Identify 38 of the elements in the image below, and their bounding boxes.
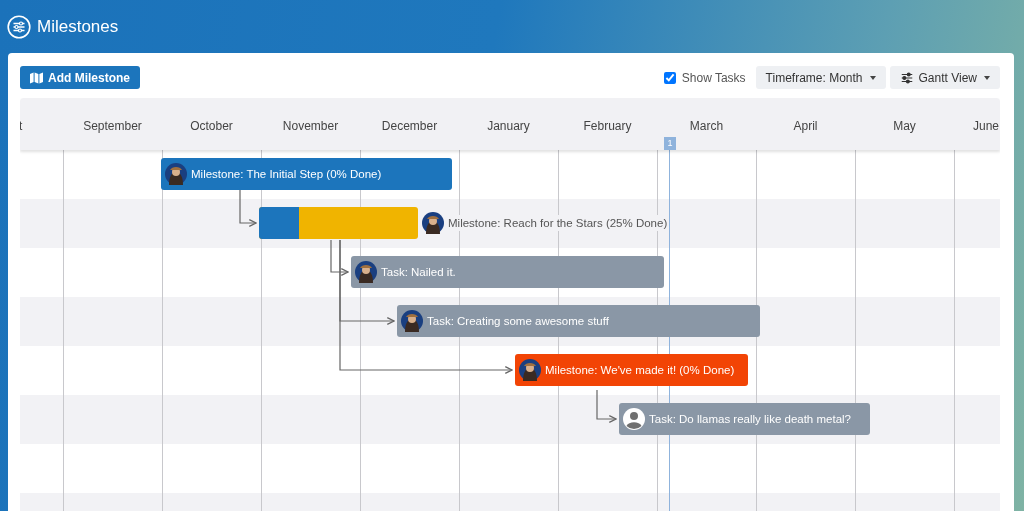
- milestone-progress-bar[interactable]: [259, 207, 418, 239]
- caret-icon: [984, 75, 990, 80]
- month-label: June: [972, 119, 999, 133]
- milestone-label: Milestone: Reach for the Stars (25% Done): [448, 215, 668, 231]
- sliders-icon: [899, 70, 914, 85]
- show-tasks-checkbox[interactable]: [663, 71, 676, 84]
- month-label: February: [583, 119, 632, 133]
- dependency-arrow: [239, 189, 257, 227]
- month-label: May: [893, 119, 916, 133]
- month-label: March: [689, 119, 724, 133]
- milestone-bar[interactable]: Milestone: We've made it! (0% Done): [515, 354, 748, 386]
- today-marker: 1: [664, 137, 676, 150]
- add-milestone-button[interactable]: Add Milestone: [20, 66, 140, 89]
- avatar-icon: [355, 261, 377, 283]
- caret-icon: [869, 75, 876, 80]
- month-label: April: [793, 119, 818, 133]
- avatar-icon: [165, 163, 187, 185]
- month-label: January: [487, 119, 530, 133]
- task-bar[interactable]: Task: Creating some awesome stuff: [397, 305, 760, 337]
- view-dropdown[interactable]: Gantt View: [889, 66, 1000, 89]
- dependency-arrow: [596, 389, 617, 423]
- avatar-icon: [422, 212, 444, 234]
- month-label: October: [190, 119, 233, 133]
- show-tasks-label: Show Tasks: [681, 70, 746, 85]
- month-label: November: [282, 119, 339, 133]
- timeframe-dropdown[interactable]: Timeframe: Month: [755, 66, 886, 89]
- task-bar[interactable]: Task: Do llamas really like death metal?: [619, 403, 870, 435]
- avatar-icon: [519, 359, 541, 381]
- map-icon: [30, 71, 43, 84]
- avatar-icon: [401, 310, 423, 332]
- page-title: Milestones: [37, 16, 119, 37]
- avatar-icon: [623, 408, 645, 430]
- task-bar[interactable]: Task: Nailed it.: [351, 256, 664, 288]
- month-label: December: [381, 119, 438, 133]
- month-label: t: [20, 119, 23, 133]
- milestone-bar[interactable]: Milestone: The Initial Step (0% Done): [161, 158, 452, 190]
- month-label: September: [83, 119, 142, 133]
- sliders-icon: [7, 14, 31, 39]
